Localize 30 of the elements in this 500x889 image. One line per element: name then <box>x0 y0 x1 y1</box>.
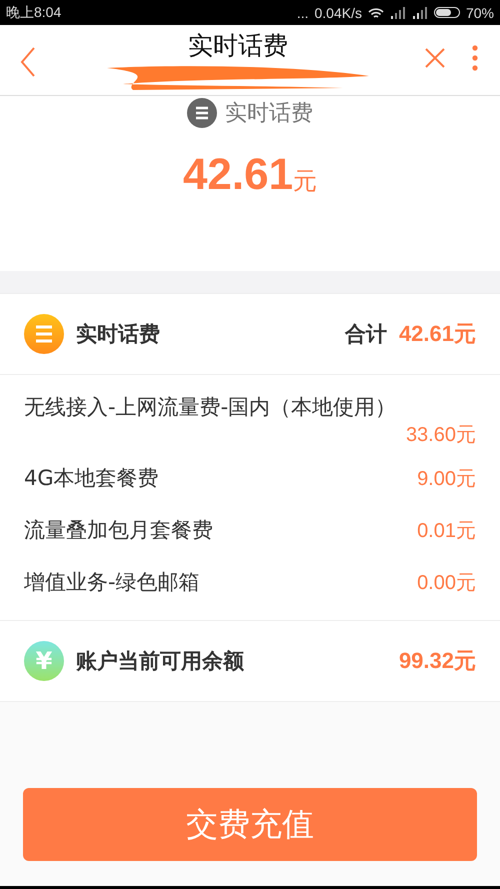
fee-name: 无线接入-上网流量费-国内（本地使用） <box>24 394 396 421</box>
wifi-icon <box>368 6 384 18</box>
pay-button[interactable]: 交费充值 <box>23 788 477 861</box>
fee-name: 流量叠加包月套餐费 <box>24 517 213 544</box>
balance-label: 账户当前可用余额 <box>76 648 245 675</box>
status-dots: ... <box>296 4 308 20</box>
list-icon <box>24 314 64 354</box>
total-amount: 42.61元 <box>398 320 476 348</box>
fee-amount: 0.01元 <box>417 518 476 544</box>
balance-amount: 99.32元 <box>398 647 476 675</box>
summary-label: 实时话费 <box>225 100 313 128</box>
fee-amount: 9.00元 <box>417 466 476 492</box>
battery-icon <box>434 7 460 18</box>
yuan-icon: ¥ <box>24 641 64 681</box>
fee-amount: 0.00元 <box>417 570 476 596</box>
signal-icon <box>390 6 406 18</box>
close-icon[interactable] <box>424 47 446 69</box>
fee-name: 增值业务-绿色邮箱 <box>24 569 200 596</box>
more-icon[interactable] <box>472 45 478 71</box>
network-speed: 0.04K/s <box>314 4 362 20</box>
fee-name: 4G本地套餐费 <box>24 465 159 492</box>
section-title: 实时话费 <box>76 321 161 348</box>
total-amount: 42.61元 <box>182 150 318 200</box>
fee-amount: 33.60元 <box>406 423 476 448</box>
battery-percent: 70% <box>466 4 494 20</box>
total-label: 合计 <box>344 321 387 348</box>
page-title: 实时话费 <box>188 30 288 62</box>
status-time: 晚上8:04 <box>6 4 62 22</box>
signal-icon <box>412 6 428 18</box>
back-icon <box>20 47 36 77</box>
